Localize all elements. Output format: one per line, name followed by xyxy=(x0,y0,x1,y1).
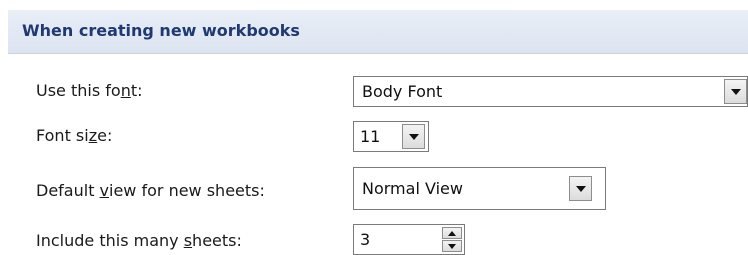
default-view-dropdown-button[interactable] xyxy=(569,176,592,201)
spin-down-icon xyxy=(448,244,456,249)
font-label: Use this font: xyxy=(36,81,143,100)
sheets-count-label-pre: Include this many xyxy=(36,231,184,250)
font-size-label-hotkey: z xyxy=(88,126,98,145)
font-size-label-pre: Font si xyxy=(36,126,89,145)
font-size-value: 11 xyxy=(360,127,381,146)
sheets-count-label-post: heets: xyxy=(192,231,242,250)
sheets-count-label-hotkey: s xyxy=(183,231,193,250)
default-view-label: Default view for new sheets: xyxy=(36,181,265,200)
chevron-down-icon xyxy=(731,89,741,95)
chevron-down-icon xyxy=(576,186,586,192)
sheets-count-spinner[interactable]: 3 xyxy=(353,224,465,255)
spin-buttons xyxy=(442,227,462,252)
font-label-post: t: xyxy=(130,81,143,100)
default-view-label-pre: Default xyxy=(36,181,100,200)
spin-up-button[interactable] xyxy=(442,227,462,239)
font-dropdown-button[interactable] xyxy=(724,79,747,104)
section-header: When creating new workbooks xyxy=(8,10,748,54)
font-size-dropdown-button[interactable] xyxy=(402,124,425,149)
chevron-down-icon xyxy=(409,134,419,140)
default-view-label-hotkey: v xyxy=(99,181,110,200)
spin-down-button[interactable] xyxy=(442,240,462,252)
font-size-label: Font size: xyxy=(36,126,112,145)
excel-options-panel: When creating new workbooks Use this fon… xyxy=(0,0,748,255)
default-view-label-post: iew for new sheets: xyxy=(109,181,265,200)
font-label-hotkey: n xyxy=(120,81,131,100)
sheets-count-label: Include this many sheets: xyxy=(36,231,242,250)
font-label-pre: Use this fo xyxy=(36,81,121,100)
default-view-select[interactable]: Normal View xyxy=(353,167,606,210)
sheets-count-value: 3 xyxy=(360,230,371,249)
font-select[interactable]: Body Font xyxy=(353,76,748,107)
font-select-value: Body Font xyxy=(362,82,443,101)
default-view-value: Normal View xyxy=(362,179,463,198)
font-size-select[interactable]: 11 xyxy=(353,121,429,152)
spin-up-icon xyxy=(448,231,456,236)
section-title: When creating new workbooks xyxy=(22,21,300,40)
font-size-label-post: e: xyxy=(97,126,113,145)
